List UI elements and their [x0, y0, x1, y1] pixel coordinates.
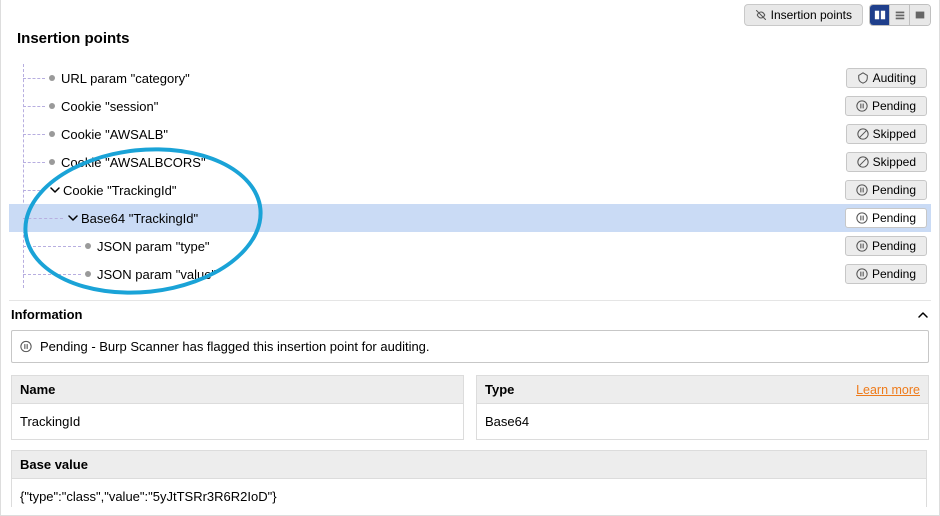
tree-row-label: JSON param "type" — [97, 239, 210, 254]
pause-icon — [20, 341, 32, 353]
status-badge[interactable]: Pending — [845, 180, 927, 200]
learn-more-link[interactable]: Learn more — [856, 383, 920, 397]
tree-row-label: Cookie "TrackingId" — [63, 183, 177, 198]
eye-off-icon — [755, 9, 767, 21]
tree-row-label: JSON param "value" — [97, 267, 216, 282]
status-badge[interactable]: Skipped — [846, 152, 927, 172]
insertion-points-button-label: Insertion points — [771, 8, 852, 22]
tree-row[interactable]: Cookie "AWSALBCORS" Skipped — [9, 148, 931, 176]
status-badge-label: Pending — [872, 239, 916, 253]
pending-icon — [856, 268, 868, 280]
tree-row-label: Cookie "AWSALBCORS" — [61, 155, 206, 170]
skipped-icon — [857, 156, 869, 168]
status-badge-label: Pending — [872, 183, 916, 197]
pending-icon — [856, 240, 868, 252]
pending-message: Pending - Burp Scanner has flagged this … — [40, 339, 430, 354]
view-list-button[interactable] — [890, 5, 910, 25]
collapse-icon[interactable] — [917, 309, 929, 321]
tree-row[interactable]: Cookie "AWSALB" Skipped — [9, 120, 931, 148]
tree-row[interactable]: JSON param "type" Pending — [9, 232, 931, 260]
tree-row-label: Base64 "TrackingId" — [81, 211, 198, 226]
tree-row[interactable]: Cookie "TrackingId" Pending — [9, 176, 931, 204]
skipped-icon — [857, 128, 869, 140]
information-panel: Information Pending - Burp Scanner has f… — [9, 300, 931, 507]
tree-row[interactable]: JSON param "value" Pending — [9, 260, 931, 288]
information-header: Information — [11, 307, 83, 322]
pending-message-box: Pending - Burp Scanner has flagged this … — [11, 330, 929, 363]
node-dot-icon — [49, 75, 55, 81]
chevron-down-icon[interactable] — [49, 185, 61, 195]
page-title: Insertion points — [17, 30, 130, 47]
status-badge[interactable]: Auditing — [846, 68, 927, 88]
pending-icon — [856, 184, 868, 196]
tree-row[interactable]: Base64 "TrackingId" Pending — [9, 204, 931, 232]
status-badge[interactable]: Skipped — [846, 124, 927, 144]
name-value: TrackingId — [12, 404, 463, 439]
status-badge[interactable]: Pending — [845, 264, 927, 284]
view-toggle — [869, 4, 931, 26]
type-label: Type — [485, 382, 514, 397]
name-label: Name — [20, 382, 55, 397]
status-badge[interactable]: Pending — [845, 236, 927, 256]
status-badge[interactable]: Pending — [845, 208, 927, 228]
status-badge-label: Pending — [872, 99, 916, 113]
tree-row-label: URL param "category" — [61, 71, 190, 86]
base-value-label: Base value — [20, 457, 88, 472]
node-dot-icon — [49, 131, 55, 137]
tree-row-label: Cookie "AWSALB" — [61, 127, 168, 142]
node-dot-icon — [85, 243, 91, 249]
pending-icon — [856, 212, 868, 224]
status-badge-label: Skipped — [873, 155, 916, 169]
type-property: Type Learn more Base64 — [476, 375, 929, 440]
node-dot-icon — [49, 159, 55, 165]
status-badge[interactable]: Pending — [845, 96, 927, 116]
tree-row-label: Cookie "session" — [61, 99, 158, 114]
name-property: Name TrackingId — [11, 375, 464, 440]
status-badge-label: Auditing — [873, 71, 916, 85]
tree-row[interactable]: Cookie "session" Pending — [9, 92, 931, 120]
status-badge-label: Pending — [872, 267, 916, 281]
insertion-points-button[interactable]: Insertion points — [744, 4, 863, 26]
auditing-icon — [857, 72, 869, 84]
insertion-point-tree: URL param "category" Auditing Cookie "sess… — [9, 64, 931, 295]
view-full-button[interactable] — [910, 5, 930, 25]
base-value: {"type":"class","value":"5yJtTSRr3R6R2Io… — [12, 479, 926, 507]
pending-icon — [856, 100, 868, 112]
node-dot-icon — [85, 271, 91, 277]
type-value: Base64 — [477, 404, 928, 439]
base-value-property: Base value {"type":"class","value":"5yJt… — [11, 450, 927, 507]
view-split-button[interactable] — [870, 5, 890, 25]
status-badge-label: Skipped — [873, 127, 916, 141]
chevron-down-icon[interactable] — [67, 213, 79, 223]
tree-row[interactable]: URL param "category" Auditing — [9, 64, 931, 92]
node-dot-icon — [49, 103, 55, 109]
status-badge-label: Pending — [872, 211, 916, 225]
